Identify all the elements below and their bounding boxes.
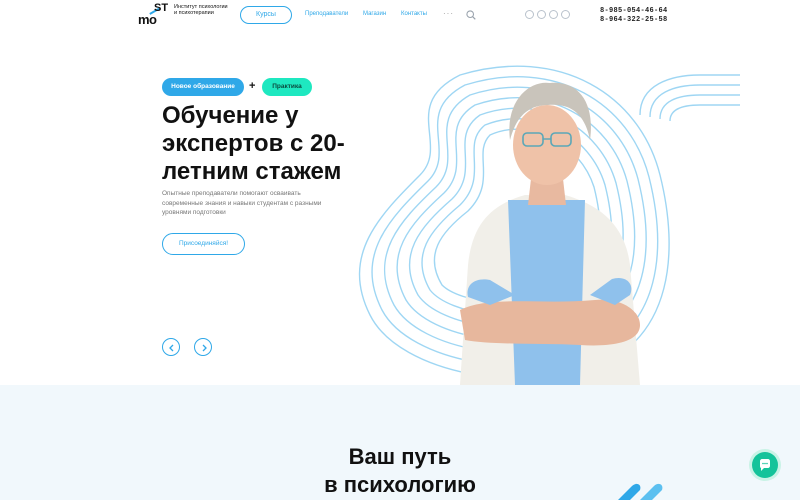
nav-teachers[interactable]: Преподаватели [305, 11, 348, 17]
courses-button[interactable]: Курсы [240, 6, 292, 24]
section-title: Ваш путь в психологию [0, 443, 800, 499]
logo-st: ST [154, 2, 169, 14]
logo-mo: mo [138, 12, 157, 27]
arrow-left-icon [169, 344, 174, 352]
section-title-line2: в психологию [324, 472, 476, 497]
phone-1[interactable]: 8-985-054-46-64 [600, 7, 668, 16]
hero-description: Опытные преподаватели помогают осваивать… [162, 190, 322, 216]
chat-button[interactable] [752, 452, 778, 478]
nav-shop[interactable]: Магазин [363, 11, 386, 17]
logo-text: Институт психологии и психотерапии [174, 4, 228, 16]
telegram-icon[interactable] [549, 10, 558, 19]
arrow-right-icon [202, 344, 207, 352]
slider-next-button[interactable] [194, 338, 212, 356]
phone-numbers: 8-985-054-46-64 8-964-322-25-58 [600, 7, 668, 25]
hero-illustration [358, 65, 740, 385]
tag-plus: + [249, 80, 256, 92]
site-header: mo ST Институт психологии и психотерапии… [0, 0, 800, 32]
portrait [460, 82, 640, 385]
nav-contacts[interactable]: Контакты [401, 11, 427, 17]
slider-prev-button[interactable] [162, 338, 180, 356]
phone-2[interactable]: 8-964-322-25-58 [600, 16, 668, 25]
vk-icon[interactable] [525, 10, 534, 19]
logo[interactable]: mo ST [138, 2, 178, 27]
decorative-stripes [618, 483, 663, 500]
search-icon[interactable] [466, 10, 476, 20]
section-title-line1: Ваш путь [348, 444, 452, 469]
tag-practice: Практика [262, 78, 312, 96]
more-menu-button[interactable]: ··· [443, 9, 454, 18]
chat-icon [760, 459, 770, 471]
join-button[interactable]: Присоединяйся! [162, 233, 245, 255]
tag-new-education: Новое образование [162, 78, 244, 96]
youtube-icon[interactable] [537, 10, 546, 19]
whatsapp-icon[interactable] [561, 10, 570, 19]
